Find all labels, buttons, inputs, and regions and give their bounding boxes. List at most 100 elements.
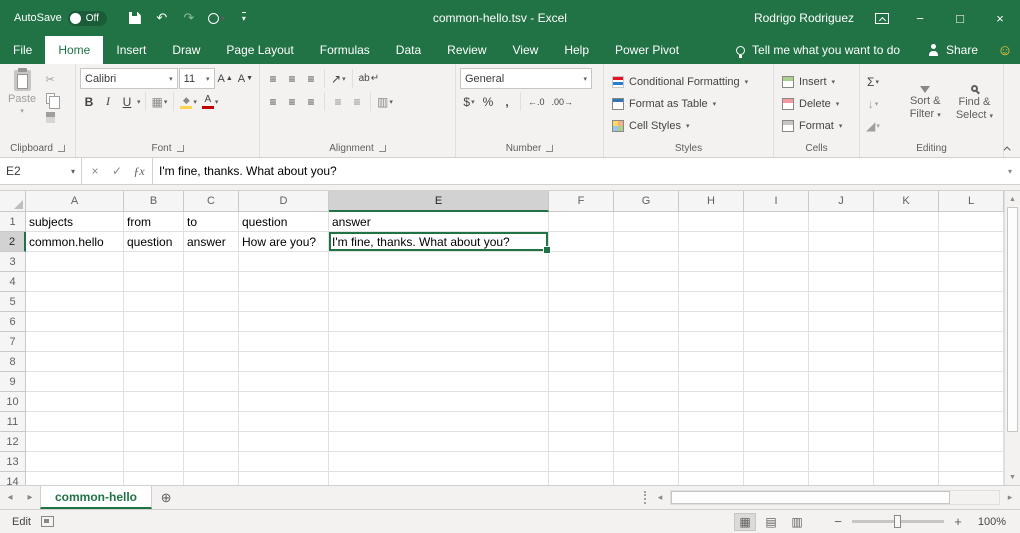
cell-D5[interactable] bbox=[239, 292, 329, 312]
cell-C13[interactable] bbox=[184, 452, 239, 472]
cell-C10[interactable] bbox=[184, 392, 239, 412]
cell-E7[interactable] bbox=[329, 332, 549, 352]
column-header-E[interactable]: E bbox=[329, 191, 549, 212]
increase-decimal-button[interactable]: ←.0 bbox=[525, 97, 548, 107]
cell-L2[interactable] bbox=[939, 232, 1004, 252]
cell-K5[interactable] bbox=[874, 292, 939, 312]
number-format-combo[interactable]: General▾ bbox=[460, 68, 592, 89]
customize-qat-button[interactable]: ▾ bbox=[232, 5, 256, 31]
row-header-8[interactable]: 8 bbox=[0, 352, 26, 372]
cell-G6[interactable] bbox=[614, 312, 679, 332]
cell-D13[interactable] bbox=[239, 452, 329, 472]
cell-H7[interactable] bbox=[679, 332, 744, 352]
cell-D2[interactable]: How are you? bbox=[239, 232, 329, 252]
cell-E2[interactable]: I'm fine, thanks. What about you? bbox=[329, 232, 549, 252]
cell-G3[interactable] bbox=[614, 252, 679, 272]
zoom-slider-thumb[interactable] bbox=[894, 515, 901, 528]
cell-D7[interactable] bbox=[239, 332, 329, 352]
cell-E9[interactable] bbox=[329, 372, 549, 392]
zoom-level[interactable]: 100% bbox=[972, 516, 1006, 528]
font-name-combo[interactable]: Calibri▾ bbox=[80, 68, 178, 89]
cell-J7[interactable] bbox=[809, 332, 874, 352]
row-header-13[interactable]: 13 bbox=[0, 452, 26, 472]
cell-F10[interactable] bbox=[549, 392, 614, 412]
accounting-format-button[interactable]: $▾ bbox=[460, 92, 478, 112]
cell-C7[interactable] bbox=[184, 332, 239, 352]
maximize-button[interactable]: □ bbox=[940, 0, 980, 36]
cell-I4[interactable] bbox=[744, 272, 809, 292]
cell-A4[interactable] bbox=[26, 272, 124, 292]
scroll-down-button[interactable]: ▼ bbox=[1005, 469, 1020, 485]
row-header-4[interactable]: 4 bbox=[0, 272, 26, 292]
cell-B9[interactable] bbox=[124, 372, 184, 392]
cell-H6[interactable] bbox=[679, 312, 744, 332]
cell-styles-button[interactable]: Cell Styles ▾ bbox=[608, 115, 769, 137]
cell-B14[interactable] bbox=[124, 472, 184, 485]
cell-E8[interactable] bbox=[329, 352, 549, 372]
row-header-1[interactable]: 1 bbox=[0, 212, 26, 232]
cell-L11[interactable] bbox=[939, 412, 1004, 432]
cell-E14[interactable] bbox=[329, 472, 549, 485]
grow-font-button[interactable]: A▲ bbox=[216, 69, 235, 89]
row-header-12[interactable]: 12 bbox=[0, 432, 26, 452]
cell-A5[interactable] bbox=[26, 292, 124, 312]
cell-J10[interactable] bbox=[809, 392, 874, 412]
cell-L8[interactable] bbox=[939, 352, 1004, 372]
cell-L7[interactable] bbox=[939, 332, 1004, 352]
borders-button[interactable]: ▦▾ bbox=[150, 92, 170, 112]
delete-cells-button[interactable]: Delete ▾ bbox=[778, 93, 855, 115]
top-align-button[interactable]: ≡ bbox=[264, 69, 282, 89]
cell-D6[interactable] bbox=[239, 312, 329, 332]
cell-E3[interactable] bbox=[329, 252, 549, 272]
cell-H12[interactable] bbox=[679, 432, 744, 452]
cell-C11[interactable] bbox=[184, 412, 239, 432]
dialog-launcher-icon[interactable] bbox=[177, 145, 184, 152]
cell-F11[interactable] bbox=[549, 412, 614, 432]
cell-F1[interactable] bbox=[549, 212, 614, 232]
cell-I1[interactable] bbox=[744, 212, 809, 232]
cell-H3[interactable] bbox=[679, 252, 744, 272]
cell-I13[interactable] bbox=[744, 452, 809, 472]
cell-F9[interactable] bbox=[549, 372, 614, 392]
tab-draw[interactable]: Draw bbox=[159, 36, 213, 64]
tab-insert[interactable]: Insert bbox=[103, 36, 159, 64]
undo-button[interactable]: ↶ bbox=[150, 5, 174, 31]
row-header-6[interactable]: 6 bbox=[0, 312, 26, 332]
cell-J6[interactable] bbox=[809, 312, 874, 332]
cell-B6[interactable] bbox=[124, 312, 184, 332]
cell-A7[interactable] bbox=[26, 332, 124, 352]
row-header-10[interactable]: 10 bbox=[0, 392, 26, 412]
horizontal-scrollbar-thumb[interactable] bbox=[671, 491, 950, 504]
cell-J5[interactable] bbox=[809, 292, 874, 312]
macro-record-button[interactable] bbox=[41, 516, 54, 527]
cell-A3[interactable] bbox=[26, 252, 124, 272]
column-header-J[interactable]: J bbox=[809, 191, 874, 212]
center-button[interactable]: ≡ bbox=[283, 92, 301, 112]
tab-file[interactable]: File bbox=[0, 36, 45, 64]
autosave-toggle[interactable]: AutoSave Off bbox=[0, 11, 117, 26]
cell-I10[interactable] bbox=[744, 392, 809, 412]
cell-H1[interactable] bbox=[679, 212, 744, 232]
paste-button[interactable]: Paste ▾ bbox=[4, 67, 40, 140]
autosave-pill[interactable]: Off bbox=[68, 11, 107, 26]
cell-K8[interactable] bbox=[874, 352, 939, 372]
find-select-button[interactable]: Find & Select ▾ bbox=[950, 67, 999, 140]
collapse-ribbon-button[interactable] bbox=[1001, 142, 1015, 154]
cell-C5[interactable] bbox=[184, 292, 239, 312]
merge-center-button[interactable]: ▥▾ bbox=[375, 92, 395, 112]
normal-view-button[interactable]: ▦ bbox=[734, 513, 756, 531]
wrap-text-button[interactable]: ab↵ bbox=[357, 69, 382, 89]
cell-K9[interactable] bbox=[874, 372, 939, 392]
cell-K13[interactable] bbox=[874, 452, 939, 472]
column-header-H[interactable]: H bbox=[679, 191, 744, 212]
cell-F4[interactable] bbox=[549, 272, 614, 292]
cell-L13[interactable] bbox=[939, 452, 1004, 472]
cell-J2[interactable] bbox=[809, 232, 874, 252]
decrease-decimal-button[interactable]: .00→ bbox=[549, 97, 577, 107]
cell-K10[interactable] bbox=[874, 392, 939, 412]
cell-C6[interactable] bbox=[184, 312, 239, 332]
cell-L9[interactable] bbox=[939, 372, 1004, 392]
column-header-L[interactable]: L bbox=[939, 191, 1004, 212]
cell-E12[interactable] bbox=[329, 432, 549, 452]
cut-button[interactable]: ✂ bbox=[40, 71, 60, 87]
